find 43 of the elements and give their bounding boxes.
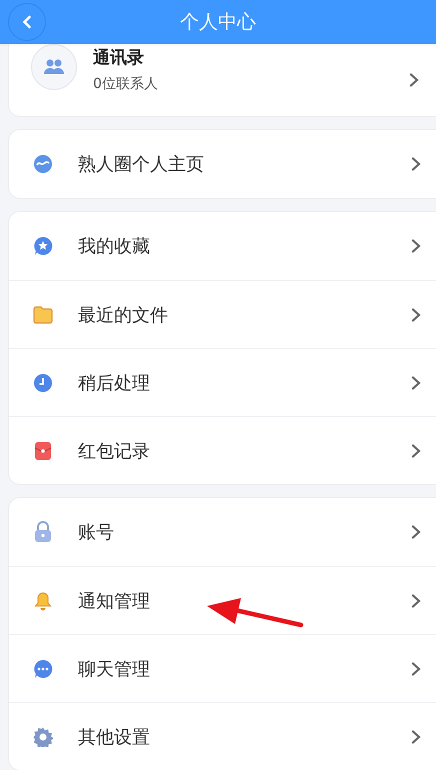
menu-item-label: 我的收藏 bbox=[78, 235, 151, 258]
chevron-icon bbox=[411, 376, 421, 390]
envelope-icon bbox=[33, 440, 53, 460]
chevron-icon bbox=[411, 594, 421, 608]
menu-item-label: 聊天管理 bbox=[78, 658, 151, 680]
contacts-count: 0位联系人 bbox=[93, 74, 159, 92]
chevron-icon bbox=[411, 525, 421, 539]
menu-item-label: 其他设置 bbox=[78, 726, 151, 748]
menu-item[interactable]: 红包记录 bbox=[9, 416, 436, 484]
menu-item-label: 通知管理 bbox=[78, 590, 151, 612]
menu-item[interactable]: 熟人圈个人主页 bbox=[9, 130, 436, 198]
star-bubble-icon bbox=[33, 236, 53, 256]
chevron-icon bbox=[409, 73, 419, 87]
chevron-icon bbox=[411, 662, 421, 676]
contacts-avatar-icon bbox=[31, 44, 77, 90]
menu-item[interactable]: 稍后处理 bbox=[9, 348, 436, 416]
lock-icon bbox=[33, 521, 53, 543]
chevron-icon bbox=[411, 308, 421, 322]
back-icon bbox=[22, 15, 32, 29]
contacts-title: 通讯录 bbox=[93, 46, 145, 68]
chevron-icon bbox=[411, 444, 421, 458]
menu-item-label: 最近的文件 bbox=[78, 304, 169, 326]
menu-item[interactable]: 其他设置 bbox=[9, 702, 436, 770]
back-button[interactable] bbox=[8, 3, 46, 41]
folder-icon bbox=[33, 306, 53, 324]
menu-item[interactable]: 最近的文件 bbox=[9, 280, 436, 348]
chevron-icon bbox=[411, 730, 421, 744]
contacts-card[interactable]: 通讯录 0位联系人 bbox=[8, 44, 436, 117]
settings-icon bbox=[33, 726, 53, 746]
menu-item[interactable]: 账号 bbox=[9, 498, 436, 566]
chevron-icon bbox=[411, 157, 421, 171]
chevron-icon bbox=[411, 239, 421, 253]
bell-icon bbox=[33, 590, 53, 610]
menu-item-label: 稍后处理 bbox=[78, 372, 151, 394]
clock-icon bbox=[33, 372, 53, 392]
chat-bubble-icon bbox=[33, 658, 53, 678]
menu-item[interactable]: 我的收藏 bbox=[9, 212, 436, 280]
page-title: 个人中心 bbox=[180, 10, 256, 35]
link-circle-icon bbox=[33, 154, 53, 174]
menu-item[interactable]: 聊天管理 bbox=[9, 634, 436, 702]
menu-item-label: 账号 bbox=[78, 521, 115, 544]
menu-item-label: 熟人圈个人主页 bbox=[78, 153, 205, 176]
menu-item-label: 红包记录 bbox=[78, 440, 151, 462]
